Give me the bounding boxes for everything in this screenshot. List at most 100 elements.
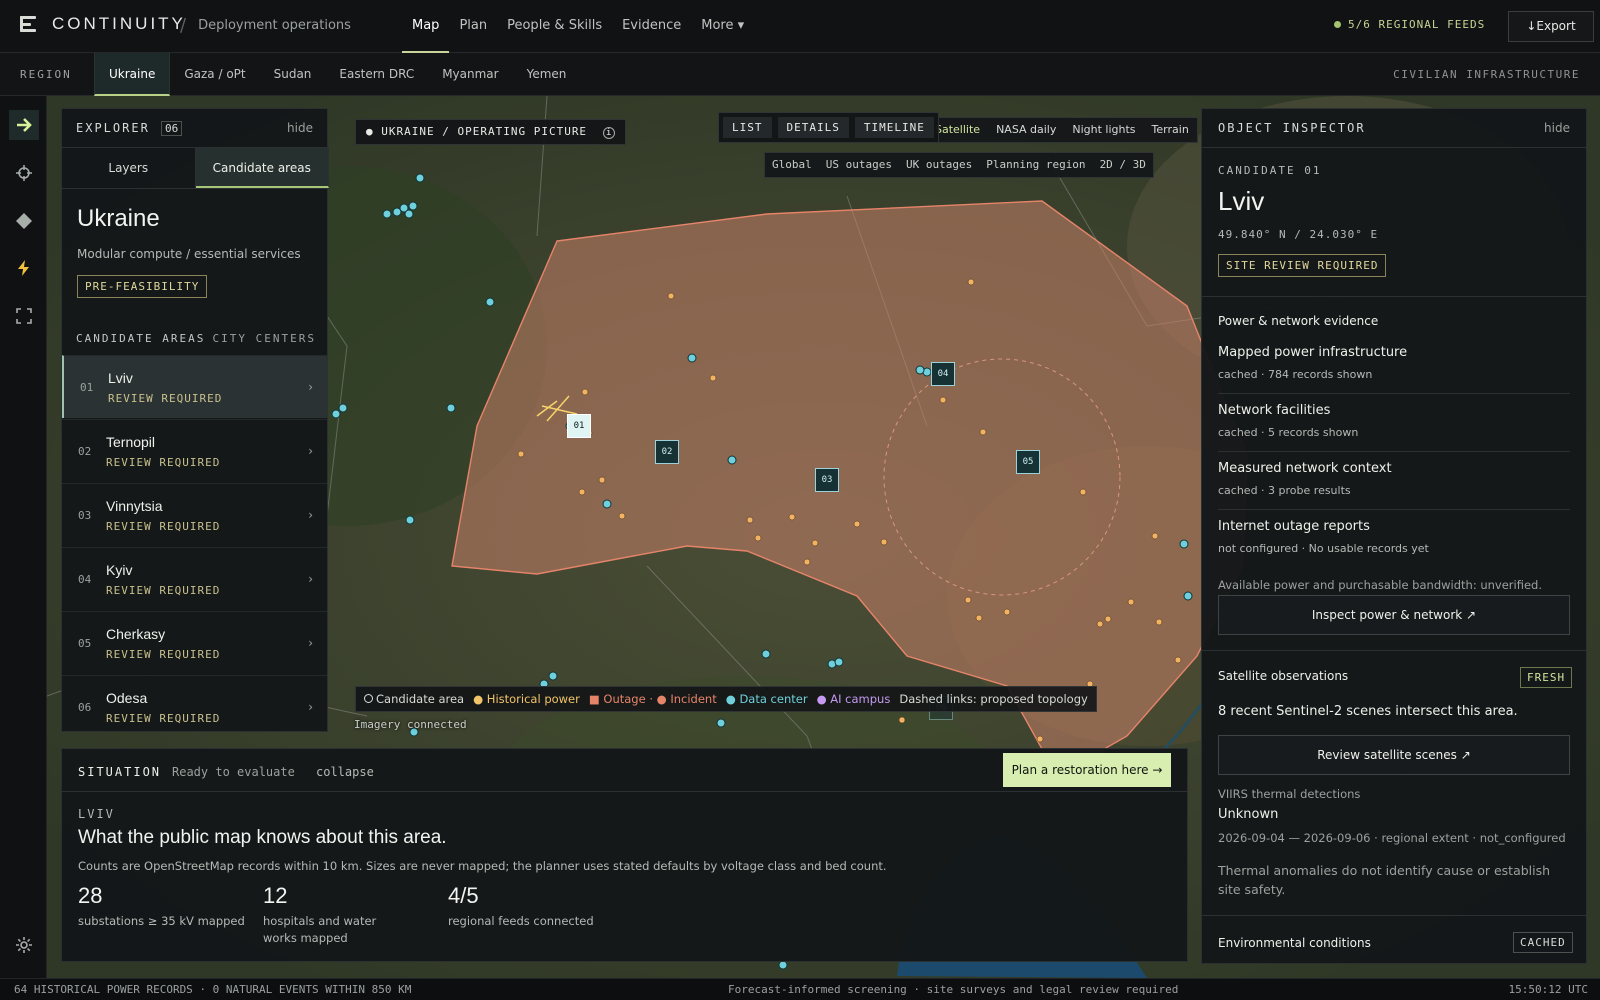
diamond-icon[interactable] bbox=[9, 206, 39, 236]
region-tab-yemen[interactable]: Yemen bbox=[513, 53, 581, 96]
stat-hospitals: 12 hospitals and water works mapped bbox=[263, 883, 377, 945]
status-bar: 64 HISTORICAL POWER RECORDS · 0 NATURAL … bbox=[0, 978, 1600, 1000]
cached-badge: CACHED bbox=[1513, 932, 1573, 953]
region-tab-eastern-drc[interactable]: Eastern DRC bbox=[325, 53, 428, 96]
arrow-right-icon[interactable] bbox=[9, 110, 39, 140]
map-marker-02[interactable]: 02 bbox=[655, 440, 679, 464]
tab-layers[interactable]: Layers bbox=[62, 148, 196, 188]
crosshair-icon[interactable] bbox=[9, 158, 39, 188]
feeds-status-label: 5/6 REGIONAL FEEDS bbox=[1348, 18, 1486, 31]
operating-picture-label: UKRAINE / OPERATING PICTURE bbox=[381, 125, 588, 138]
nav-people-skills[interactable]: People & Skills bbox=[497, 0, 612, 53]
feeds-status: 5/6 REGIONAL FEEDS bbox=[1334, 18, 1485, 31]
bolt-icon[interactable] bbox=[9, 253, 39, 283]
explorer-count: 06 bbox=[161, 121, 183, 136]
legend-outage-incident: ■ Outage · ● Incident bbox=[588, 692, 717, 706]
expand-icon[interactable] bbox=[9, 301, 39, 331]
logo-icon bbox=[20, 15, 38, 33]
status-clock: 15:50:12 UTC bbox=[1508, 983, 1588, 996]
view-tab-timeline[interactable]: TIMELINE bbox=[854, 117, 934, 138]
inspector-hide-button[interactable]: hide bbox=[1544, 121, 1570, 135]
scope-uk-outages[interactable]: UK outages bbox=[899, 153, 979, 177]
region-tabs: Ukraine Gaza / oPt Sudan Eastern DRC Mya… bbox=[94, 53, 580, 96]
evidence-mapped-power[interactable]: Mapped power infrastructure cached · 784 … bbox=[1218, 337, 1570, 394]
app-logo[interactable]: CONTINUITY bbox=[20, 14, 186, 34]
region-subtitle: Modular compute / essential services bbox=[77, 247, 301, 261]
nav-evidence[interactable]: Evidence bbox=[612, 0, 691, 53]
viirs-label: VIIRS thermal detections bbox=[1218, 787, 1361, 801]
explorer-panel: EXPLORER 06 hide Layers Candidate areas … bbox=[61, 108, 329, 732]
scope-planning-region[interactable]: Planning region bbox=[979, 153, 1092, 177]
view-tab-list[interactable]: LIST bbox=[723, 117, 772, 138]
candidate-item-cherkasy[interactable]: 05 Cherkasy REVIEW REQUIRED › bbox=[62, 611, 327, 674]
basemap-terrain[interactable]: Terrain bbox=[1144, 118, 1197, 142]
candidate-coords: 49.840° N / 24.030° E bbox=[1218, 228, 1379, 241]
evidence-internet-outage[interactable]: Internet outage reports not configured · … bbox=[1218, 511, 1570, 568]
breadcrumb-current[interactable]: Deployment operations bbox=[198, 18, 351, 36]
top-bar: CONTINUITY / Deployment operations Map P… bbox=[0, 0, 1600, 53]
main-nav: Map Plan People & Skills Evidence More ▾ bbox=[402, 0, 754, 53]
legend-historical-power: ● Historical power bbox=[473, 692, 580, 706]
power-network-section-title: Power & network evidence bbox=[1218, 314, 1379, 328]
operating-picture-badge: ● UKRAINE / OPERATING PICTURE i bbox=[355, 119, 626, 145]
evidence-measured-network[interactable]: Measured network context cached · 3 probe… bbox=[1218, 453, 1570, 510]
scope-us-outages[interactable]: US outages bbox=[819, 153, 899, 177]
city-centers-toggle[interactable]: CITY CENTERS bbox=[213, 332, 316, 345]
region-tab-gaza[interactable]: Gaza / oPt bbox=[170, 53, 259, 96]
site-review-badge: SITE REVIEW REQUIRED bbox=[1218, 254, 1387, 277]
evidence-network-facilities[interactable]: Network facilities cached · 5 records sho… bbox=[1218, 395, 1570, 452]
bandwidth-note: Available power and purchasable bandwidt… bbox=[1218, 578, 1543, 592]
explorer-tabs: Layers Candidate areas bbox=[62, 147, 329, 189]
gear-icon[interactable] bbox=[9, 930, 39, 960]
imagery-status: Imagery connected bbox=[354, 718, 467, 731]
info-icon[interactable]: i bbox=[602, 127, 615, 139]
status-records: 64 HISTORICAL POWER RECORDS · 0 NATURAL … bbox=[14, 983, 412, 996]
map-marker-01[interactable]: 01 bbox=[567, 414, 591, 438]
scope-global[interactable]: Global bbox=[765, 153, 819, 177]
candidate-item-lviv[interactable]: 01 Lviv REVIEW REQUIRED › bbox=[62, 355, 327, 418]
candidate-list-title: CANDIDATE AREAS bbox=[76, 332, 206, 345]
map-marker-04[interactable]: 04 bbox=[931, 362, 955, 386]
plan-restoration-button[interactable]: Plan a restoration here → bbox=[1003, 753, 1171, 787]
basemap-switcher: Satellite NASA daily Night lights Terrai… bbox=[926, 117, 1198, 143]
review-satellite-scenes-button[interactable]: Review satellite scenes ↗ bbox=[1218, 735, 1570, 775]
view-tab-details[interactable]: DETAILS bbox=[777, 117, 849, 138]
candidate-item-odesa[interactable]: 06 Odesa REVIEW REQUIRED › bbox=[62, 675, 327, 738]
region-tab-ukraine[interactable]: Ukraine bbox=[94, 53, 171, 96]
region-tab-myanmar[interactable]: Myanmar bbox=[428, 53, 512, 96]
nav-map[interactable]: Map bbox=[402, 0, 450, 53]
inspect-power-network-button[interactable]: Inspect power & network ↗ bbox=[1218, 595, 1570, 635]
chevron-right-icon: › bbox=[308, 444, 313, 458]
explorer-hide-button[interactable]: hide bbox=[287, 121, 313, 135]
basemap-nasa-daily[interactable]: NASA daily bbox=[988, 118, 1064, 142]
candidate-label: CANDIDATE 01 bbox=[1218, 164, 1322, 177]
status-screening-note: Forecast-informed screening · site surve… bbox=[728, 983, 1179, 996]
export-button[interactable]: ↓Export bbox=[1508, 11, 1594, 42]
scope-2d-3d[interactable]: 2D / 3D bbox=[1093, 153, 1153, 177]
map-legend: Candidate area ● Historical power ■ Outa… bbox=[355, 686, 1097, 712]
collapse-button[interactable]: collapse bbox=[316, 765, 374, 779]
inspector-header: CANDIDATE 01 Lviv 49.840° N / 24.030° E … bbox=[1202, 147, 1586, 297]
fresh-badge: FRESH bbox=[1520, 667, 1573, 688]
region-title: Ukraine bbox=[77, 205, 160, 232]
breadcrumb: / Deployment operations bbox=[180, 15, 351, 36]
breadcrumb-separator: / bbox=[180, 15, 187, 36]
scope-switcher: Global US outages UK outages Planning re… bbox=[764, 152, 1154, 178]
map-marker-03[interactable]: 03 bbox=[815, 468, 839, 492]
region-bar: REGION Ukraine Gaza / oPt Sudan Eastern … bbox=[0, 53, 1600, 96]
basemap-night-lights[interactable]: Night lights bbox=[1064, 118, 1143, 142]
map-marker-05[interactable]: 05 bbox=[1016, 450, 1040, 474]
candidate-area-icon bbox=[364, 694, 373, 703]
candidate-item-kyiv[interactable]: 04 Kyiv REVIEW REQUIRED › bbox=[62, 547, 327, 610]
app-name: CONTINUITY bbox=[52, 14, 186, 33]
candidate-item-vinnytsia[interactable]: 03 Vinnytsia REVIEW REQUIRED › bbox=[62, 483, 327, 546]
nav-plan[interactable]: Plan bbox=[449, 0, 497, 53]
legend-data-center: ● Data center bbox=[725, 692, 808, 706]
nav-more[interactable]: More ▾ bbox=[691, 0, 754, 53]
chevron-right-icon: › bbox=[308, 572, 313, 586]
legend-candidate-area: Candidate area bbox=[364, 692, 464, 706]
candidate-item-ternopil[interactable]: 02 Ternopil REVIEW REQUIRED › bbox=[62, 419, 327, 482]
region-tab-sudan[interactable]: Sudan bbox=[260, 53, 326, 96]
explorer-title: EXPLORER 06 bbox=[76, 121, 183, 136]
tab-candidate-areas[interactable]: Candidate areas bbox=[195, 148, 329, 188]
